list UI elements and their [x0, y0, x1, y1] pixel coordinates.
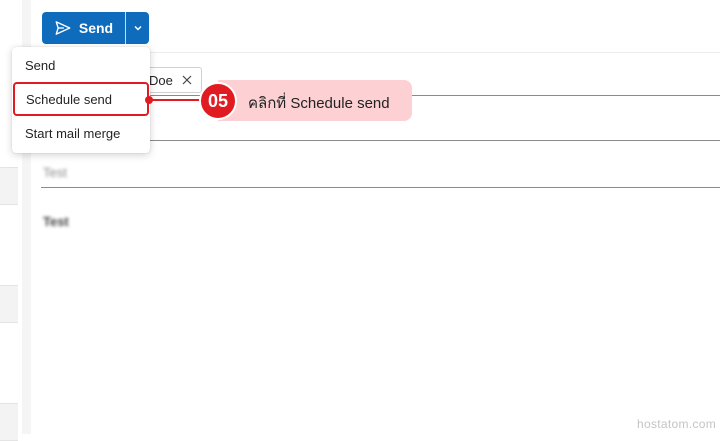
annotation-connector	[149, 99, 205, 101]
menu-item-schedule-send[interactable]: Schedule send	[13, 82, 149, 116]
message-body[interactable]: Test	[43, 214, 69, 229]
menu-item-start-mail-merge[interactable]: Start mail merge	[12, 116, 150, 150]
subject-field[interactable]: Test	[43, 165, 67, 180]
send-button-label: Send	[78, 20, 114, 36]
annotation-instruction: คลิกที่ Schedule send	[248, 95, 390, 112]
send-options-menu: Send Schedule send Start mail merge	[12, 47, 150, 153]
compose-toolbar: Send	[31, 0, 720, 53]
send-options-dropdown[interactable]	[125, 12, 149, 44]
recipient-name: Doe	[149, 72, 173, 88]
subject-underline	[41, 187, 720, 188]
send-button[interactable]: Send	[42, 12, 125, 44]
send-split-button: Send	[42, 12, 149, 44]
send-icon	[55, 21, 71, 35]
annotation-dot	[145, 96, 153, 104]
chevron-down-icon	[133, 25, 142, 31]
list-item[interactable]	[0, 285, 18, 323]
list-item[interactable]	[0, 403, 18, 441]
list-item[interactable]	[0, 167, 18, 205]
close-icon[interactable]	[182, 75, 192, 85]
watermark: hostatom.com	[637, 417, 716, 431]
step-number-badge: 05	[199, 82, 237, 120]
menu-item-send[interactable]: Send	[12, 48, 150, 82]
